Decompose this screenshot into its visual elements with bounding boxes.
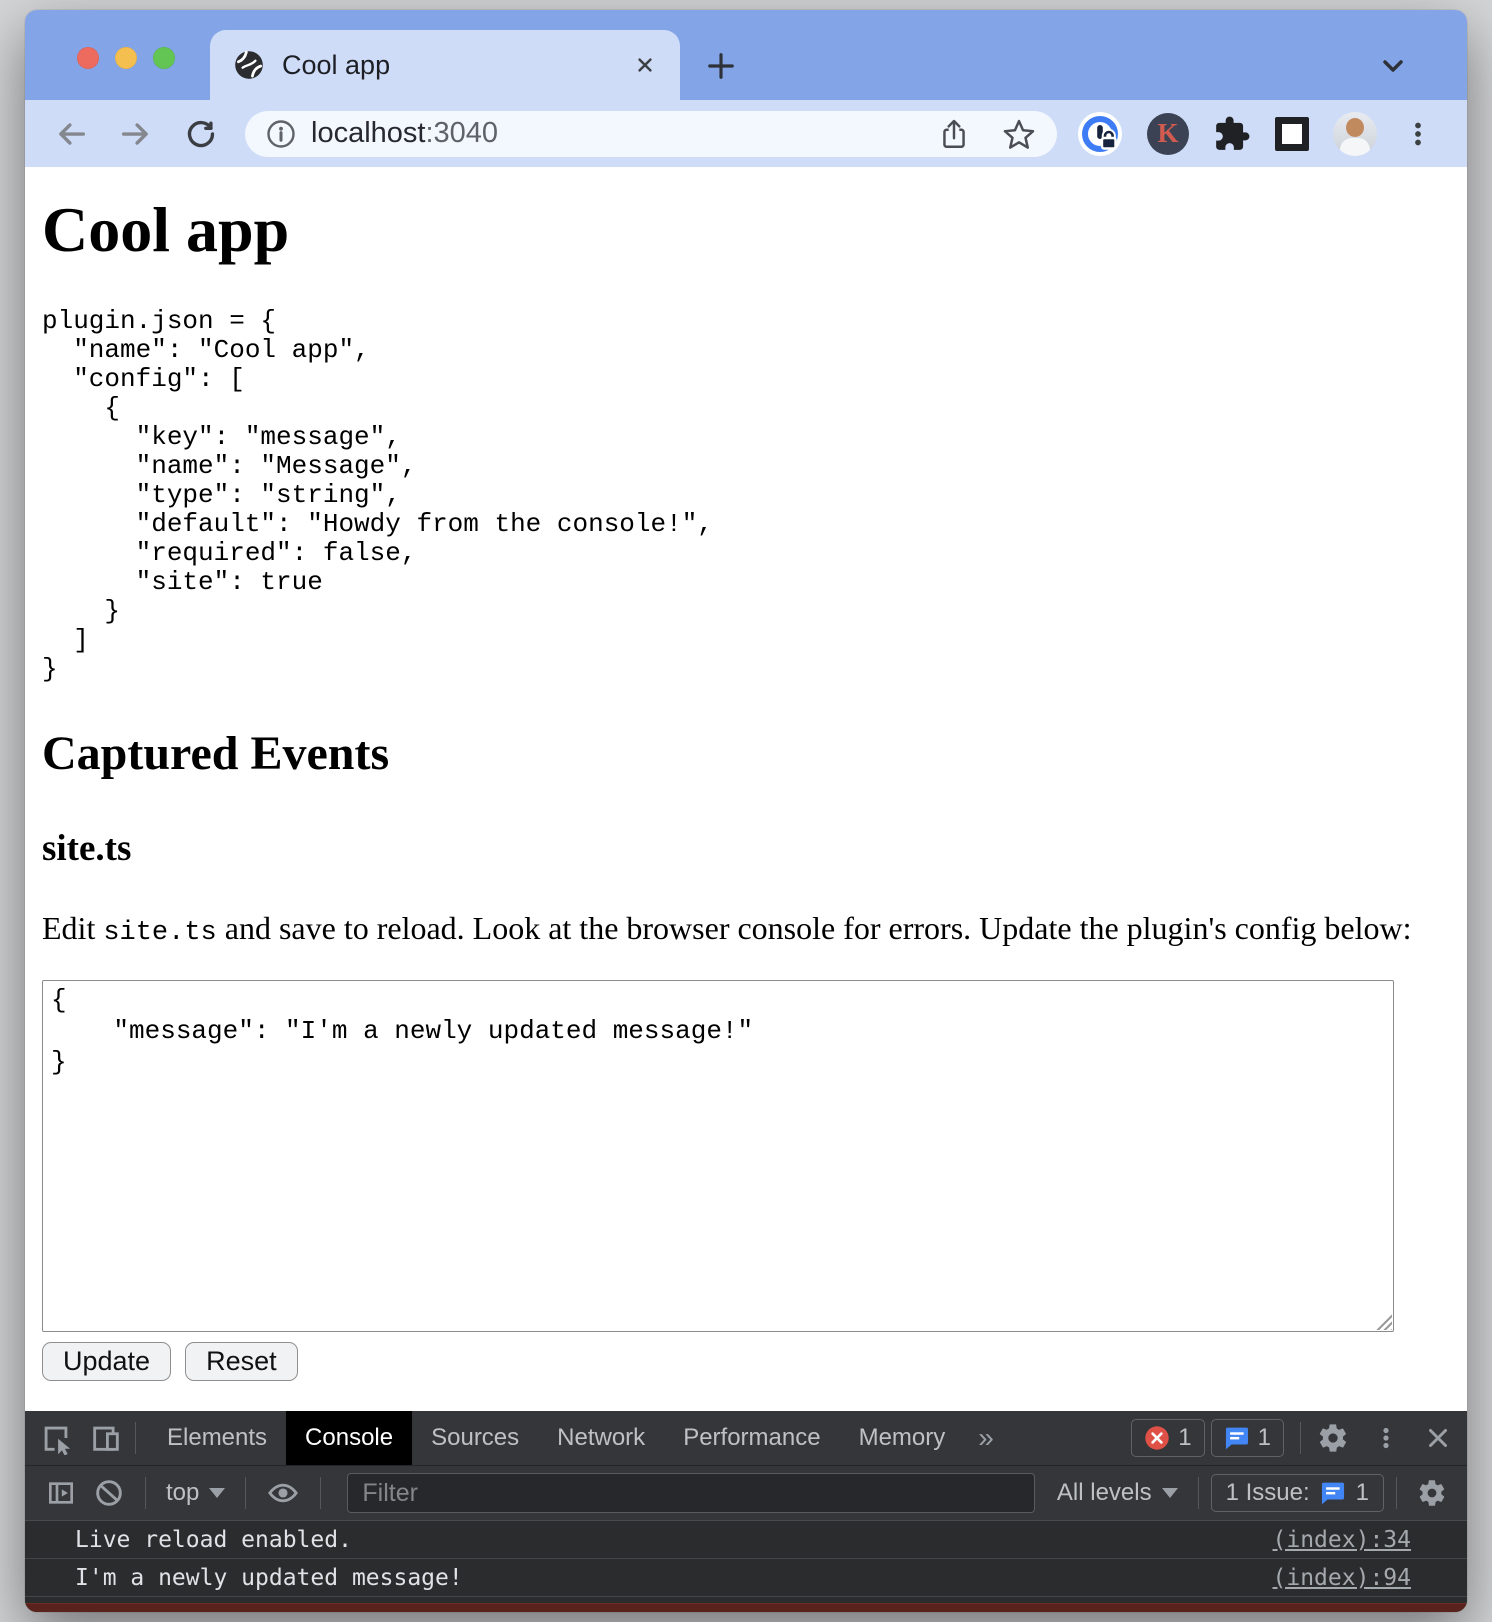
site-ts-heading: site.ts	[42, 828, 132, 869]
kagi-extension-icon[interactable]: K	[1147, 112, 1189, 155]
address-bar[interactable]: localhost :3040	[245, 110, 1057, 157]
browser-toolbar: localhost :3040 K	[25, 100, 1467, 167]
issue-chat-bubble-icon	[1321, 1482, 1344, 1505]
tab-strip: Cool app	[25, 10, 1467, 100]
issues-counter[interactable]: 1 Issue: 1	[1210, 1474, 1384, 1512]
favicon-globe-icon	[232, 48, 266, 82]
page-content: Cool app plugin.json = { "name": "Cool a…	[25, 167, 1467, 1411]
url-host: localhost	[311, 117, 426, 149]
error-circle-icon	[1145, 1426, 1169, 1450]
console-message-text: Live reload enabled.	[75, 1526, 352, 1553]
extensions-puzzle-icon[interactable]	[1213, 115, 1251, 153]
console-message-row: Live reload enabled. (index):34	[25, 1521, 1467, 1559]
update-button[interactable]: Update	[42, 1342, 172, 1381]
error-row-partial	[25, 1603, 1467, 1612]
dropdown-caret-icon	[209, 1488, 226, 1498]
clear-console-icon[interactable]	[93, 1477, 125, 1509]
close-window-button[interactable]	[77, 47, 99, 69]
url-port: :3040	[425, 117, 499, 149]
devtools-panel: Elements Console Sources Network Perform…	[25, 1411, 1467, 1612]
share-icon[interactable]	[937, 117, 971, 151]
console-sidebar-toggle-icon[interactable]	[45, 1477, 77, 1509]
error-count: 1	[1178, 1424, 1192, 1451]
captured-events-heading: Captured Events	[42, 727, 390, 780]
log-levels-dropdown[interactable]: All levels	[1049, 1479, 1186, 1507]
console-settings-gear-icon[interactable]	[1417, 1478, 1447, 1508]
devtools-tab-bar: Elements Console Sources Network Perform…	[25, 1411, 1467, 1465]
config-textarea[interactable]: { "message": "I'm a newly updated messag…	[42, 980, 1394, 1332]
tab-close-icon[interactable]	[632, 52, 658, 78]
issues-count: 1	[1355, 1479, 1369, 1506]
devtools-close-icon[interactable]	[1423, 1423, 1453, 1453]
tab-console[interactable]: Console	[286, 1411, 413, 1465]
plugin-json-code-block: plugin.json = { "name": "Cool app", "con…	[42, 306, 713, 684]
minimize-window-button[interactable]	[115, 47, 137, 69]
levels-caret-icon	[1161, 1488, 1178, 1498]
tab-elements[interactable]: Elements	[148, 1411, 286, 1465]
back-button[interactable]	[53, 116, 89, 152]
bookmark-star-icon[interactable]	[1001, 116, 1037, 152]
more-tabs-chevron[interactable]: »	[964, 1411, 1008, 1465]
message-count-badge[interactable]: 1	[1210, 1419, 1284, 1457]
side-panel-extension-icon[interactable]	[1275, 116, 1309, 151]
error-count-badge[interactable]: 1	[1131, 1419, 1205, 1457]
url-text: localhost :3040	[311, 117, 498, 150]
tab-sources[interactable]: Sources	[412, 1411, 538, 1465]
console-message-row: I'm a newly updated message! (index):94	[25, 1559, 1467, 1597]
tab-title: Cool app	[282, 49, 391, 80]
page-title: Cool app	[42, 194, 290, 265]
instructions-code: site.ts	[103, 918, 217, 948]
traffic-lights	[77, 47, 175, 69]
browser-menu-kebab-icon[interactable]	[1401, 117, 1435, 151]
console-source-link[interactable]: (index):34	[1273, 1527, 1467, 1553]
tab-performance[interactable]: Performance	[664, 1411, 839, 1465]
console-source-link[interactable]: (index):94	[1273, 1565, 1467, 1591]
console-message-text: I'm a newly updated message!	[75, 1564, 463, 1591]
reload-button[interactable]	[183, 116, 219, 152]
console-messages: Live reload enabled. (index):34 I'm a ne…	[25, 1520, 1467, 1612]
log-levels-value: All levels	[1056, 1479, 1152, 1506]
kagi-letter: K	[1157, 118, 1179, 148]
devtools-menu-kebab-icon[interactable]	[1371, 1423, 1401, 1453]
tab-search-chevron-icon[interactable]	[1377, 50, 1409, 82]
instructions-after: and save to reload. Look at the browser …	[216, 910, 1412, 946]
live-expression-eye-icon[interactable]	[266, 1476, 300, 1510]
devtools-settings-gear-icon[interactable]	[1317, 1422, 1349, 1454]
new-tab-button[interactable]	[693, 44, 749, 88]
forward-button[interactable]	[118, 116, 154, 152]
password-manager-extension-icon[interactable]	[1077, 111, 1123, 157]
message-count: 1	[1257, 1424, 1271, 1451]
instructions-paragraph: Edit site.ts and save to reload. Look at…	[42, 910, 1450, 948]
instructions-before: Edit	[42, 910, 104, 946]
console-toolbar: top All levels 1 Issue:	[25, 1465, 1467, 1520]
inspect-element-icon[interactable]	[39, 1421, 73, 1455]
device-toolbar-icon[interactable]	[89, 1421, 123, 1455]
tab-network[interactable]: Network	[538, 1411, 664, 1465]
context-selector-value: top	[166, 1479, 200, 1506]
context-selector-dropdown[interactable]: top	[158, 1479, 233, 1507]
profile-avatar[interactable]	[1333, 111, 1377, 156]
browser-tab[interactable]: Cool app	[210, 30, 680, 100]
issues-label: 1 Issue:	[1225, 1479, 1310, 1506]
reset-button[interactable]: Reset	[185, 1342, 298, 1381]
tab-memory[interactable]: Memory	[840, 1411, 965, 1465]
chat-bubble-icon	[1225, 1427, 1248, 1450]
site-info-icon[interactable]	[265, 118, 297, 150]
zoom-window-button[interactable]	[153, 47, 175, 69]
browser-window: Cool app localhost:3040 K Cool app plug…	[25, 10, 1467, 1612]
console-filter-input[interactable]	[347, 1473, 1035, 1513]
devtools-tabs: Elements Console Sources Network Perform…	[148, 1411, 1008, 1465]
